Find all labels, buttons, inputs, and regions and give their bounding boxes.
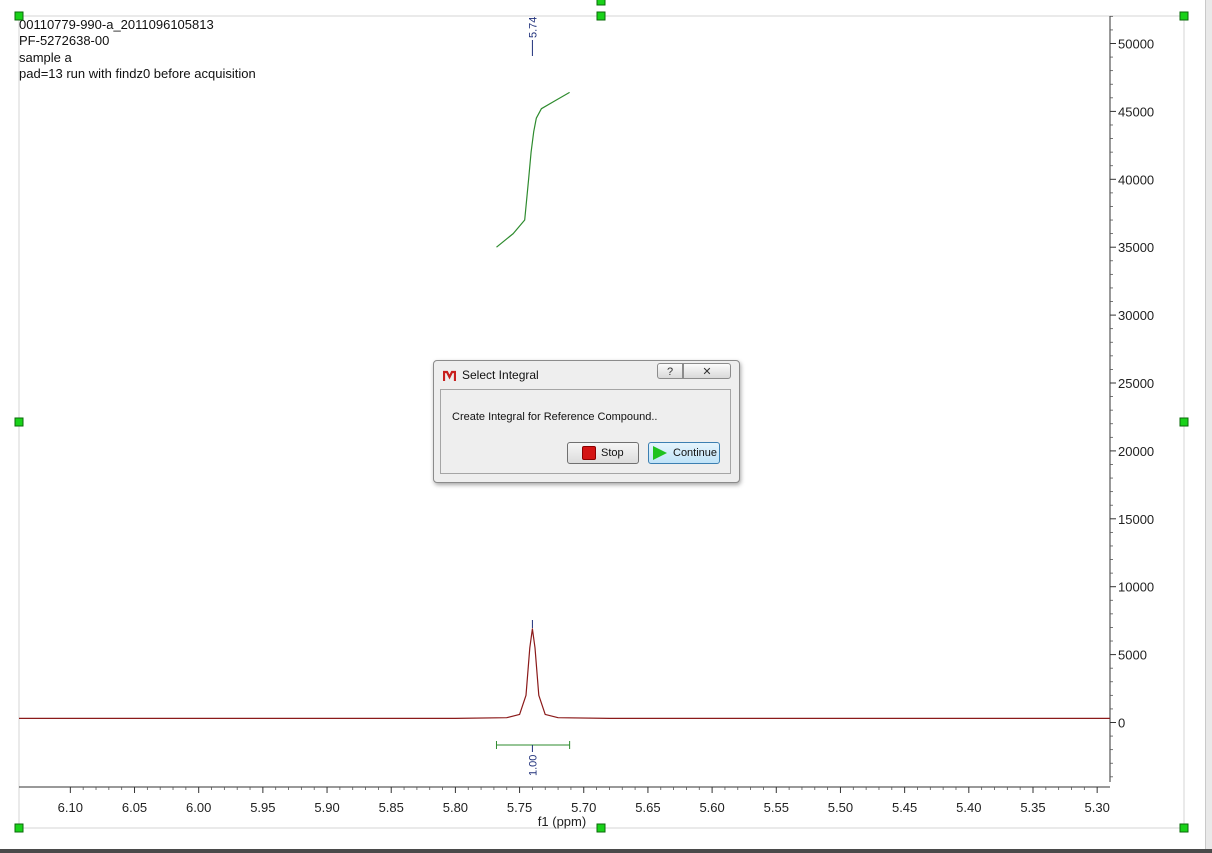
window-edge-bottom bbox=[0, 849, 1212, 853]
resize-handle[interactable] bbox=[596, 823, 606, 833]
mnova-logo-icon bbox=[443, 370, 456, 381]
x-tick-label: 6.00 bbox=[186, 800, 211, 815]
y-tick-label: 0 bbox=[1118, 716, 1125, 731]
integral-curve bbox=[496, 91, 570, 248]
x-tick-label: 5.45 bbox=[892, 800, 917, 815]
x-tick-label: 5.65 bbox=[635, 800, 660, 815]
x-axis-title: f1 (ppm) bbox=[538, 814, 586, 829]
x-tick-label: 5.40 bbox=[956, 800, 981, 815]
resize-handle[interactable] bbox=[14, 11, 24, 21]
stop-icon bbox=[582, 446, 596, 460]
x-tick-label: 5.70 bbox=[571, 800, 596, 815]
y-tick-label: 35000 bbox=[1118, 240, 1154, 255]
resize-handle[interactable] bbox=[1179, 11, 1189, 21]
x-tick-label: 5.85 bbox=[379, 800, 404, 815]
y-tick-label: 30000 bbox=[1118, 308, 1154, 323]
y-tick-label: 45000 bbox=[1118, 104, 1154, 119]
y-tick-label: 15000 bbox=[1118, 512, 1154, 527]
y-tick-label: 25000 bbox=[1118, 376, 1154, 391]
x-tick-label: 5.95 bbox=[250, 800, 275, 815]
x-tick-label: 5.50 bbox=[828, 800, 853, 815]
x-axis: 6.10 6.05 6.00 5.95 5.90 5.85 5.80 5.75 5.70 5.65… bbox=[19, 786, 1110, 829]
help-button[interactable]: ? bbox=[657, 363, 683, 379]
x-tick-label: 5.35 bbox=[1020, 800, 1045, 815]
resize-handle[interactable] bbox=[596, 0, 606, 6]
dialog-message: Create Integral for Reference Compound.. bbox=[452, 411, 658, 423]
close-button[interactable]: ✕ bbox=[683, 363, 731, 379]
x-tick-label: 5.75 bbox=[507, 800, 532, 815]
spectrum-document: 00110779-990-a_2011096105813 PF-5272638-… bbox=[0, 0, 1212, 853]
x-tick-label: 5.90 bbox=[314, 800, 339, 815]
x-tick-label: 6.05 bbox=[122, 800, 147, 815]
dialog-body: Create Integral for Reference Compound..… bbox=[440, 389, 731, 474]
window-edge-right bbox=[1205, 0, 1212, 853]
y-tick-label: 40000 bbox=[1118, 172, 1154, 187]
dialog-titlebar[interactable]: Select Integral ? ✕ bbox=[434, 361, 739, 389]
x-tick-label: 5.55 bbox=[764, 800, 789, 815]
resize-handle[interactable] bbox=[14, 823, 24, 833]
x-tick-label: 6.10 bbox=[58, 800, 83, 815]
y-tick-label: 5000 bbox=[1118, 648, 1147, 663]
resize-handle[interactable] bbox=[596, 11, 606, 21]
y-tick-label: 50000 bbox=[1118, 37, 1154, 52]
x-tick-label: 5.80 bbox=[443, 800, 468, 815]
resize-handle[interactable] bbox=[1179, 823, 1189, 833]
stop-button[interactable]: Stop bbox=[567, 442, 639, 464]
y-tick-label: 20000 bbox=[1118, 444, 1154, 459]
play-icon bbox=[653, 446, 667, 460]
resize-handle[interactable] bbox=[1179, 417, 1189, 427]
continue-button[interactable]: Continue bbox=[648, 442, 720, 464]
x-tick-label: 5.30 bbox=[1085, 800, 1110, 815]
y-tick-label: 10000 bbox=[1118, 580, 1154, 595]
integral-value-label: 1.00 bbox=[527, 755, 539, 776]
y-axis: 5000045000400003500030000250002000015000… bbox=[1109, 15, 1154, 782]
select-integral-dialog: Select Integral ? ✕ Create Integral for … bbox=[433, 360, 740, 483]
x-tick-label: 5.60 bbox=[699, 800, 724, 815]
spectrum-line bbox=[19, 628, 1110, 720]
dialog-title: Select Integral bbox=[462, 368, 539, 382]
stop-button-label: Stop bbox=[601, 447, 624, 459]
continue-button-label: Continue bbox=[673, 447, 718, 459]
peak-label: 5.74 bbox=[527, 17, 539, 38]
resize-handle[interactable] bbox=[14, 417, 24, 427]
